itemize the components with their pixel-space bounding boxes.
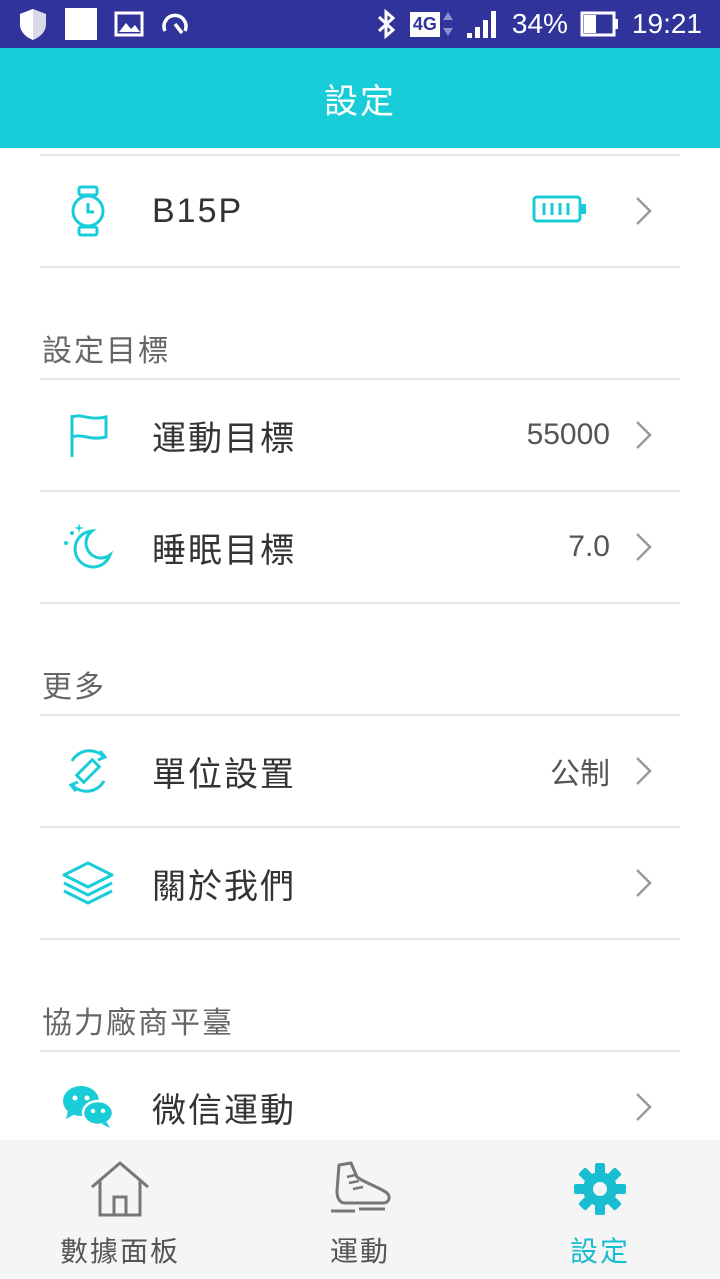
device-battery-icon (532, 194, 588, 228)
nav-label-dashboard: 數據面板 (59, 1235, 180, 1268)
nav-item-settings[interactable]: 設定 (520, 1140, 680, 1279)
status-left-icons (18, 6, 190, 42)
sleep-goal-label: 睡眠目標 (152, 530, 296, 571)
watch-icon (60, 183, 116, 239)
wechat-icon (60, 1079, 116, 1135)
chevron-right-icon (632, 529, 656, 565)
clock: 19:21 (631, 8, 702, 39)
sport-goal-row[interactable]: 運動目標 55000 (40, 380, 680, 490)
shoe-icon (327, 1156, 393, 1222)
bottom-navigation: 數據面板 運動 設定 (0, 1140, 720, 1279)
chevron-right-icon (632, 1089, 656, 1125)
gear-icon (567, 1156, 633, 1222)
home-icon (87, 1156, 153, 1222)
speed-gauge-icon (160, 9, 190, 39)
unit-setting-row[interactable]: 單位設置 公制 (40, 716, 680, 826)
section-title-goals: 設定目標 (42, 334, 170, 369)
network-type-label: 4G (409, 11, 440, 37)
about-us-row[interactable]: 關於我們 (40, 828, 680, 938)
moon-icon (60, 519, 116, 575)
device-name: B15P (152, 191, 244, 230)
network-type-icon: 4G (409, 10, 454, 38)
nav-label-settings: 設定 (569, 1235, 630, 1268)
nav-item-dashboard[interactable]: 數據面板 (40, 1140, 200, 1279)
ruler-sync-icon (60, 743, 116, 799)
divider (40, 938, 680, 940)
status-right-icons: 4G 34% 19:21 (376, 6, 702, 42)
chevron-right-icon (632, 193, 656, 229)
sport-goal-value: 55000 (526, 418, 610, 451)
sleep-goal-value: 7.0 (568, 530, 610, 563)
shield-icon (18, 7, 48, 41)
bluetooth-icon (376, 8, 398, 40)
chevron-right-icon (632, 865, 656, 901)
unit-setting-value: 公制 (550, 758, 610, 791)
wechat-sport-row[interactable]: 微信運動 (40, 1052, 680, 1140)
device-row[interactable]: B15P (40, 156, 680, 266)
divider (40, 602, 680, 604)
sport-goal-label: 運動目標 (152, 418, 296, 459)
chevron-right-icon (632, 753, 656, 789)
app-header: 設定 (0, 48, 720, 148)
battery-percent: 34% (511, 8, 568, 39)
nav-label-sport: 運動 (329, 1235, 390, 1268)
divider (40, 266, 680, 268)
signal-icon (466, 9, 500, 39)
chevron-right-icon (632, 417, 656, 453)
wechat-sport-label: 微信運動 (152, 1090, 296, 1131)
settings-list[interactable]: B15P 設定目標 運動目標 55000 睡眠目標 7.0 更多 單位設置 公制… (0, 148, 720, 1140)
sleep-goal-row[interactable]: 睡眠目標 7.0 (40, 492, 680, 602)
status-bar: 4G 34% 19:21 (0, 0, 720, 48)
notification-square-icon (64, 7, 98, 41)
image-icon (114, 11, 144, 37)
unit-setting-label: 單位設置 (152, 754, 296, 795)
layers-icon (60, 855, 116, 911)
battery-status-icon (580, 11, 620, 37)
flag-icon (60, 407, 116, 463)
nav-item-sport[interactable]: 運動 (280, 1140, 440, 1279)
section-title-partners: 協力廠商平臺 (42, 1006, 234, 1041)
section-title-more: 更多 (42, 670, 106, 705)
page-title: 設定 (324, 81, 396, 122)
about-us-label: 關於我們 (152, 866, 296, 907)
